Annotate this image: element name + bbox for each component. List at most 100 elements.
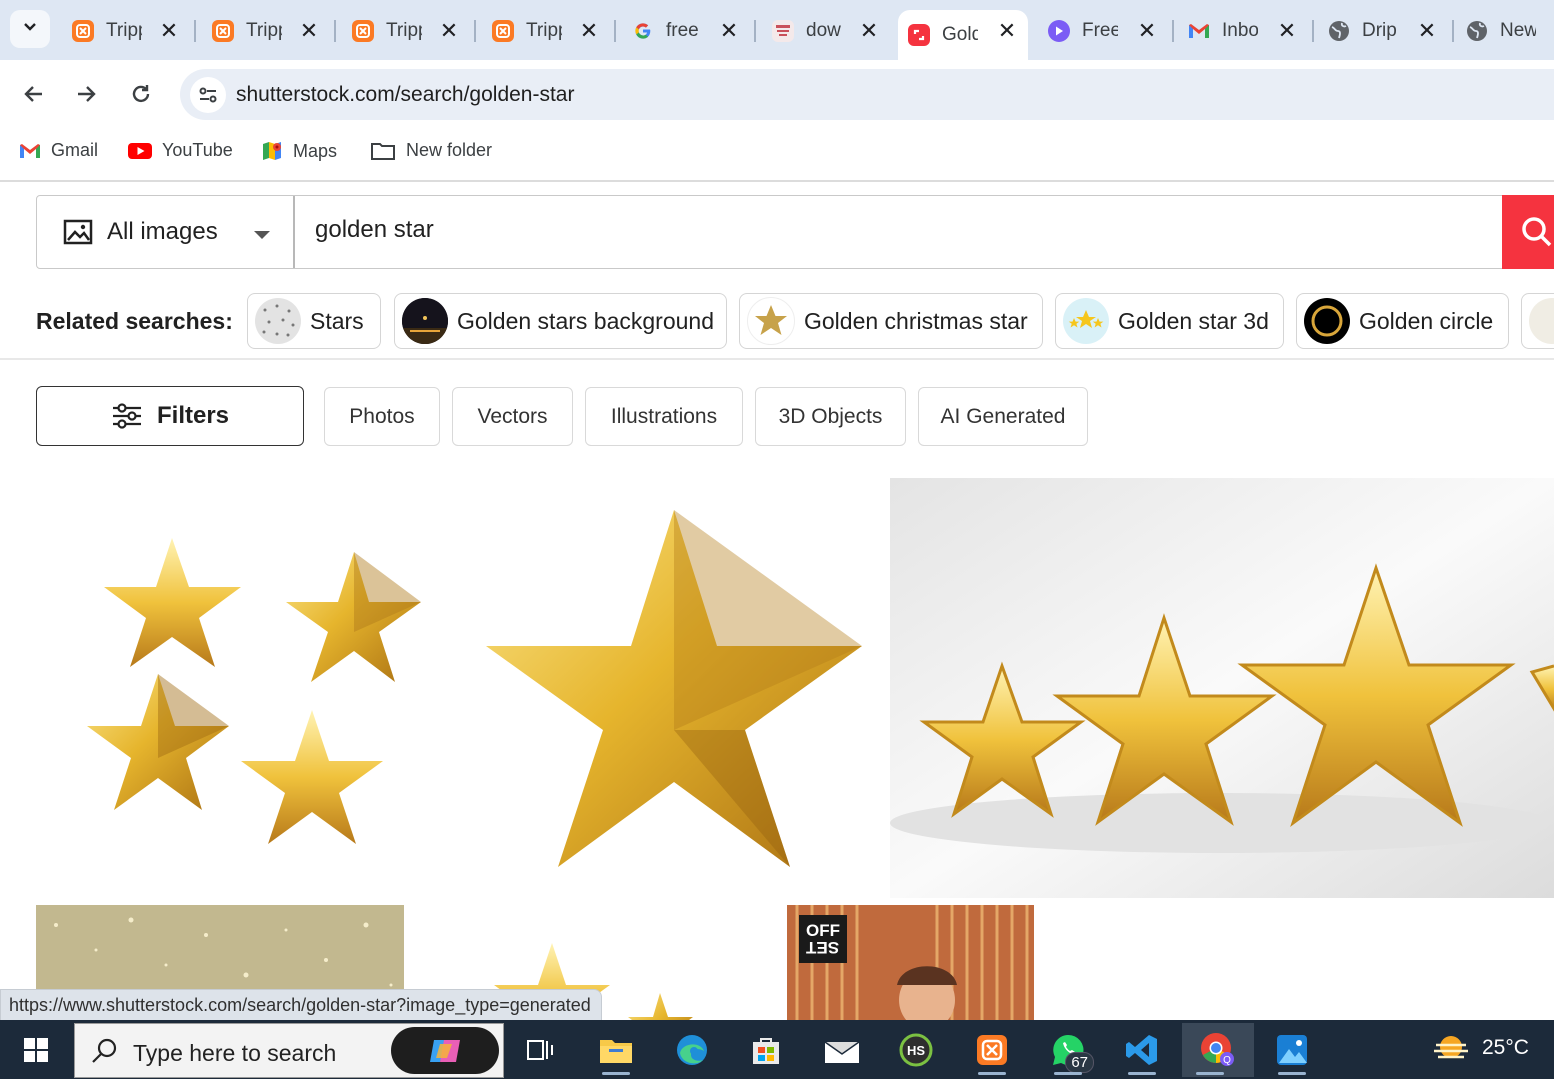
play-icon: [1048, 20, 1070, 42]
close-tab-icon[interactable]: ✕: [578, 18, 600, 43]
bookmark-youtube[interactable]: YouTube: [128, 140, 233, 161]
related-chip-more[interactable]: [1521, 293, 1554, 349]
sun-haze-icon: [1432, 1032, 1470, 1064]
taskbar-whatsapp[interactable]: 67: [1040, 1023, 1096, 1077]
discover-icon: [772, 20, 794, 42]
browser-tab[interactable]: free ✕: [620, 10, 750, 52]
taskbar-store[interactable]: [738, 1023, 794, 1077]
close-tab-icon[interactable]: ✕: [1416, 18, 1438, 43]
close-tab-icon[interactable]: ✕: [1136, 18, 1158, 43]
browser-tab[interactable]: Tripp ✕: [200, 10, 330, 52]
taskbar-photos[interactable]: [1264, 1023, 1320, 1077]
close-tab-icon[interactable]: ✕: [996, 18, 1018, 43]
forward-button[interactable]: [67, 74, 107, 114]
filter-tab-vectors[interactable]: Vectors: [452, 387, 573, 446]
search-button[interactable]: [1502, 195, 1554, 269]
gmail-icon: [1188, 20, 1210, 42]
copilot-button[interactable]: [391, 1027, 499, 1074]
close-tab-icon[interactable]: ✕: [1276, 18, 1298, 43]
result-image-rating-stars[interactable]: [890, 478, 1554, 898]
chrome-icon: Q: [1201, 1033, 1234, 1066]
taskbar-mail[interactable]: [814, 1023, 870, 1077]
svg-text:Q: Q: [1223, 1055, 1231, 1066]
photos-icon: [1277, 1035, 1307, 1065]
related-chip-stars[interactable]: Stars: [247, 293, 381, 349]
search-icon: [1522, 217, 1552, 247]
bookmark-gmail[interactable]: Gmail: [19, 140, 98, 161]
chevron-down-icon: [22, 19, 38, 40]
section-divider: [0, 358, 1554, 360]
address-bar[interactable]: shutterstock.com/search/golden-star: [180, 69, 1554, 120]
start-button[interactable]: [8, 1023, 64, 1077]
browser-tab[interactable]: Tripp ✕: [340, 10, 470, 52]
youtube-icon: [128, 142, 152, 160]
filter-tab-photos[interactable]: Photos: [324, 387, 440, 446]
xampp-icon: [212, 20, 234, 42]
caret-down-icon: [253, 227, 271, 245]
taskbar-xampp[interactable]: [964, 1023, 1020, 1077]
result-image-four-stars[interactable]: [36, 478, 456, 896]
sliders-icon: [111, 402, 143, 430]
search-input[interactable]: golden star: [315, 216, 434, 244]
filter-tab-ai-generated[interactable]: AI Generated: [918, 387, 1088, 446]
shutterstock-icon: [908, 24, 930, 46]
hs-icon: HS: [899, 1033, 933, 1067]
taskbar-hotspot-shield[interactable]: HS: [888, 1023, 944, 1077]
search-icon: [91, 1037, 119, 1070]
close-tab-icon[interactable]: ✕: [438, 18, 460, 43]
related-chip-golden-star-3d[interactable]: Golden star 3d: [1055, 293, 1284, 349]
task-view-button[interactable]: [512, 1023, 568, 1077]
taskbar-search[interactable]: Type here to search: [74, 1023, 504, 1078]
close-tab-icon[interactable]: ✕: [298, 18, 320, 43]
tab-search-button[interactable]: [10, 10, 50, 48]
google-icon: [632, 20, 654, 42]
browser-tab[interactable]: dow ✕: [760, 10, 890, 52]
browser-tab[interactable]: Free ✕: [1038, 10, 1168, 52]
folder-icon: [370, 141, 396, 161]
site-settings-icon[interactable]: [190, 77, 226, 113]
address-url: shutterstock.com/search/golden-star: [236, 83, 575, 106]
close-tab-icon[interactable]: ✕: [158, 18, 180, 43]
result-image-offset-photo[interactable]: OFF SET: [787, 905, 1034, 1020]
taskbar-chrome[interactable]: Q: [1182, 1023, 1254, 1077]
gold-star: [87, 674, 229, 810]
edge-icon: [677, 1035, 707, 1065]
taskbar-file-explorer[interactable]: [588, 1023, 644, 1077]
copilot-icon: [430, 1039, 460, 1062]
filter-tab-3d-objects[interactable]: 3D Objects: [755, 387, 906, 446]
bookmark-new-folder[interactable]: New folder: [370, 140, 492, 161]
tab-strip: Tripp ✕ Tripp ✕ Tripp ✕ Tripp ✕ free ✕ d…: [0, 0, 1554, 60]
browser-tab[interactable]: Tripp ✕: [60, 10, 190, 52]
windows-icon: [24, 1038, 48, 1062]
search-bar: All images golden star: [36, 195, 1554, 269]
tab-separator: [334, 20, 336, 42]
weather-widget[interactable]: 25°C: [1432, 1032, 1529, 1064]
windows-taskbar: Type here to search HS 67 Q 25°C: [0, 1020, 1554, 1079]
result-image-single-star[interactable]: [456, 478, 888, 896]
close-tab-icon[interactable]: ✕: [858, 18, 880, 43]
taskbar-edge[interactable]: [664, 1023, 720, 1077]
browser-tab[interactable]: New: [1456, 10, 1554, 52]
globe-icon: [1466, 20, 1488, 42]
back-button[interactable]: [13, 74, 53, 114]
browser-tab[interactable]: Tripp ✕: [480, 10, 610, 52]
taskbar-vscode[interactable]: [1114, 1023, 1170, 1077]
browser-tab[interactable]: Drip ✕: [1318, 10, 1448, 52]
image-type-dropdown[interactable]: All images: [37, 196, 295, 268]
svg-text:HS: HS: [907, 1043, 925, 1058]
related-thumb: [402, 298, 448, 344]
browser-tab-active[interactable]: Golden ✕: [898, 10, 1028, 60]
browser-tab[interactable]: Inbox ✕: [1178, 10, 1308, 52]
related-chip-golden-stars-background[interactable]: Golden stars background: [394, 293, 727, 349]
related-chip-golden-circle[interactable]: Golden circle: [1296, 293, 1509, 349]
filters-button[interactable]: Filters: [36, 386, 304, 446]
filter-tab-illustrations[interactable]: Illustrations: [585, 387, 743, 446]
close-tab-icon[interactable]: ✕: [718, 18, 740, 43]
status-bar-url: https://www.shutterstock.com/search/gold…: [0, 989, 602, 1021]
bookmarks-bar: Gmail YouTube Maps New folder: [0, 128, 1554, 182]
offset-badge: OFF SET: [799, 915, 847, 963]
bookmark-maps[interactable]: Maps: [261, 140, 337, 162]
xampp-icon: [492, 20, 514, 42]
reload-button[interactable]: [121, 74, 161, 114]
related-chip-golden-christmas-star[interactable]: Golden christmas star: [739, 293, 1043, 349]
